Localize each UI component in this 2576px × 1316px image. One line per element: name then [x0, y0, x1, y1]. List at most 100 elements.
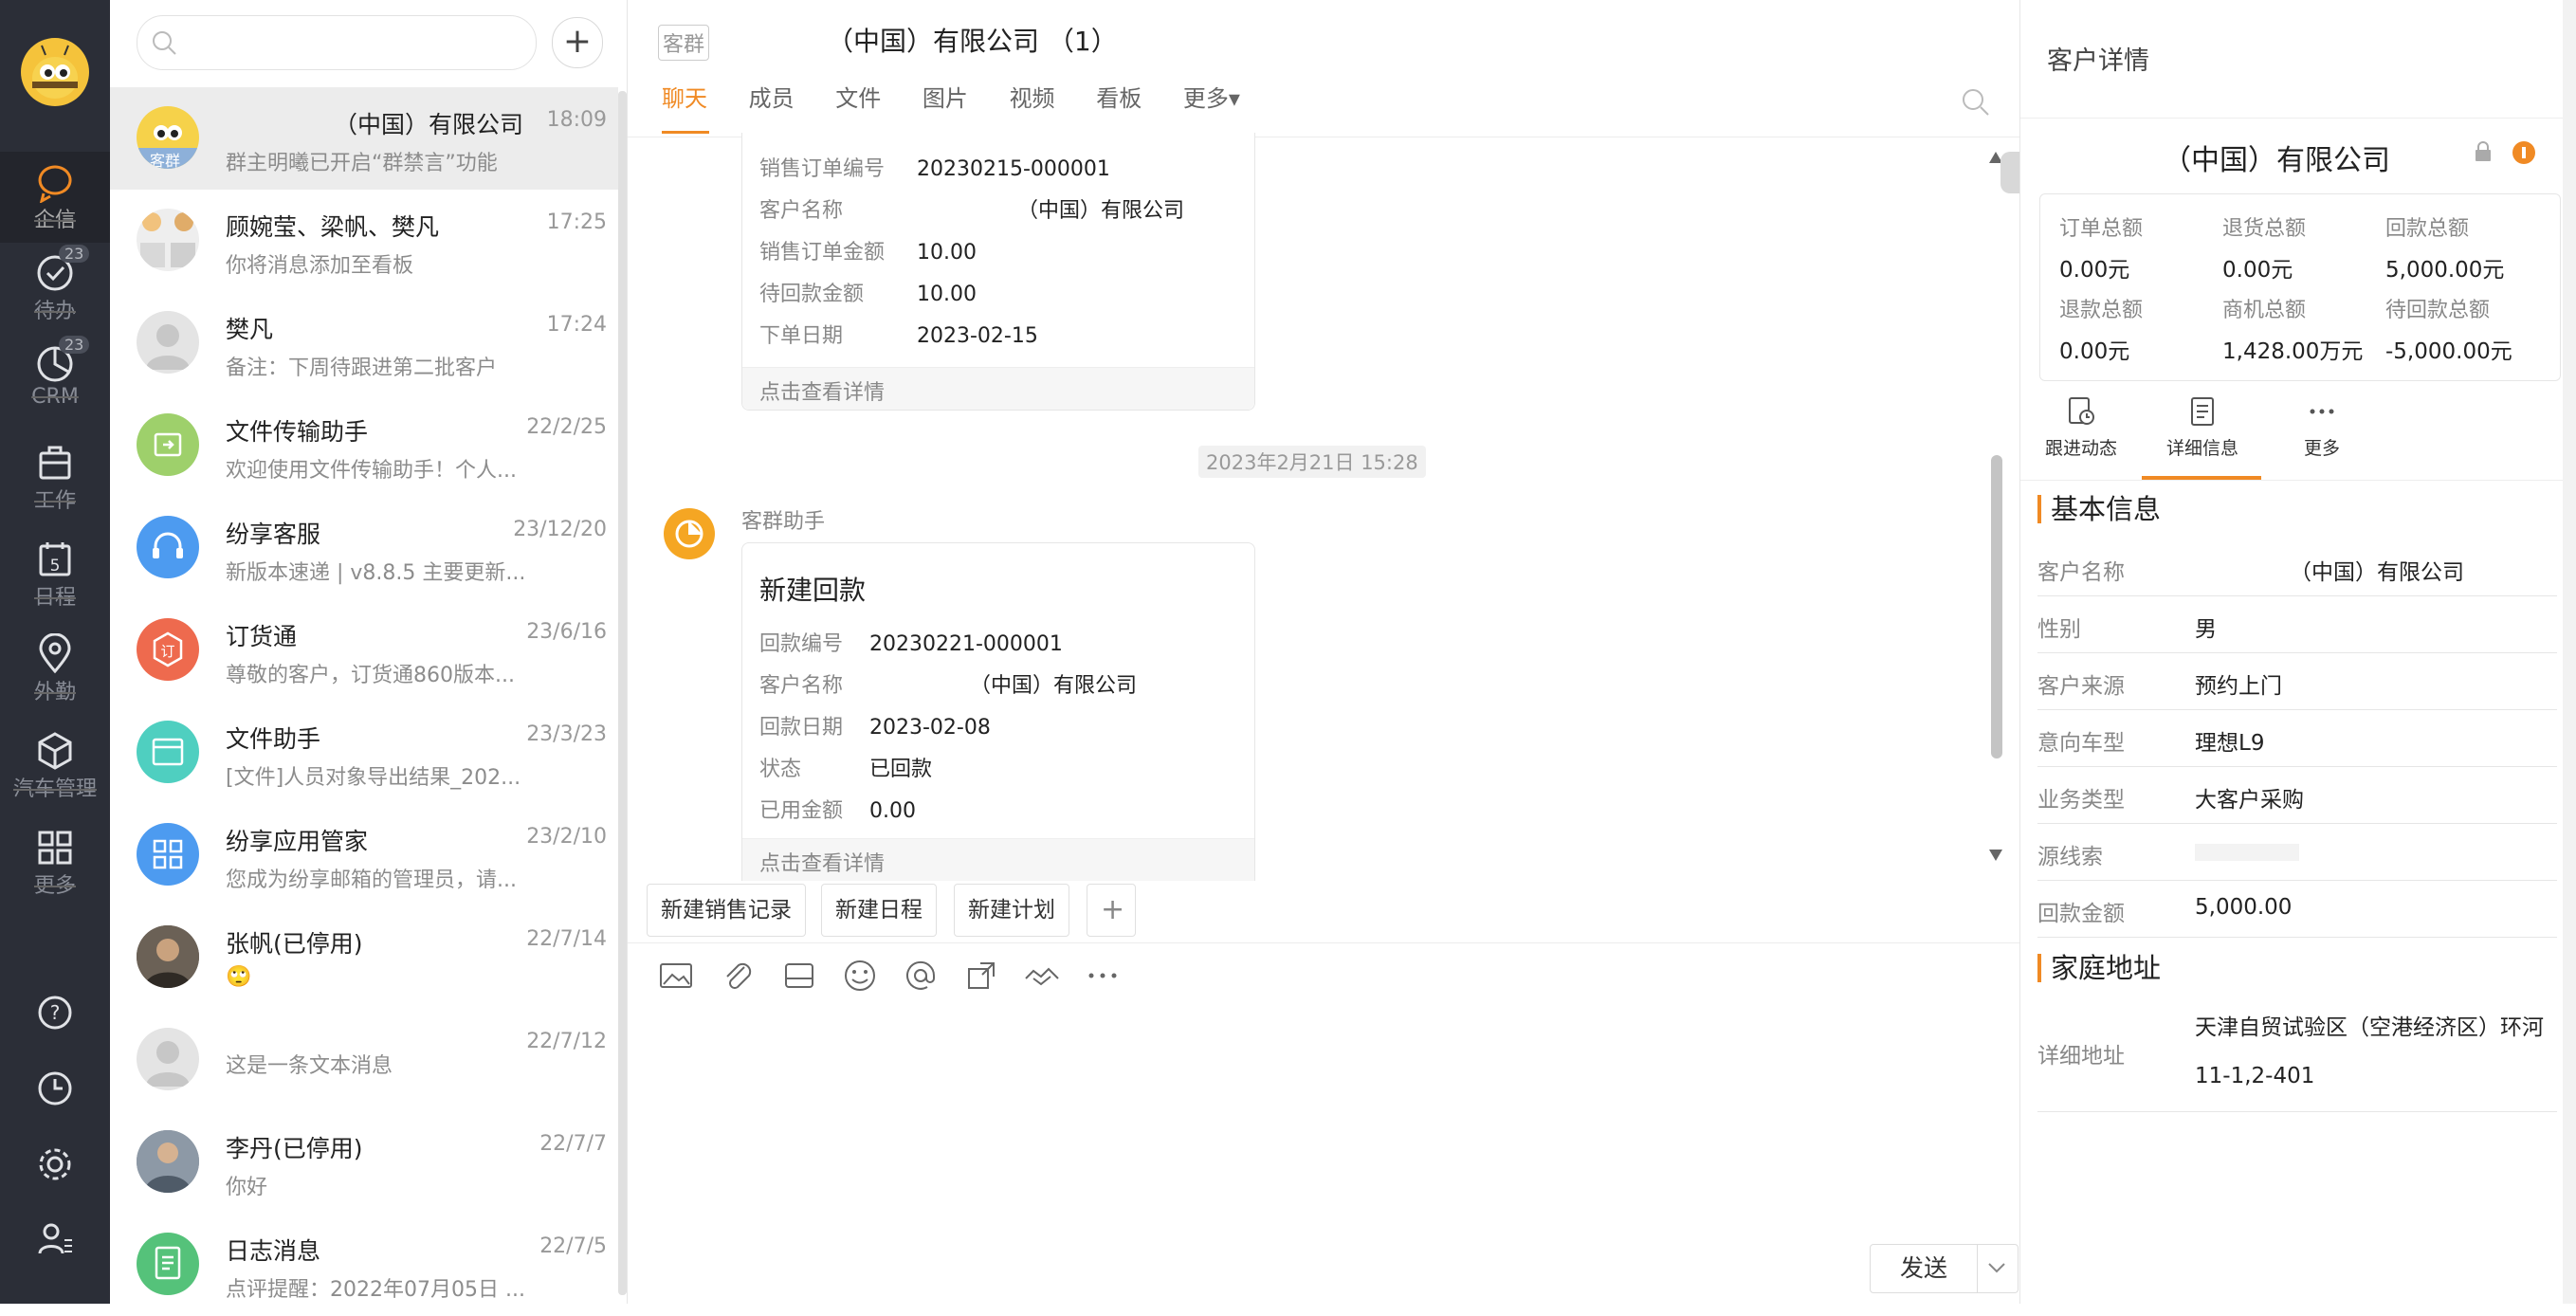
card-key: 客户名称: [759, 199, 844, 223]
conversation-item[interactable]: 李丹(已停用) 22/7/7 你好: [110, 1111, 618, 1214]
tab-more[interactable]: 更多▾: [1183, 85, 1240, 112]
send-button[interactable]: 发送: [1870, 1244, 1978, 1293]
screenshot-icon[interactable]: [961, 956, 1001, 996]
conversation-item[interactable]: 樊凡 17:24 备注：下周待跟进第二批客户: [110, 292, 618, 394]
field-value: （中国）有限公司: [2290, 560, 2464, 585]
mention-icon[interactable]: [901, 956, 941, 996]
tab-more[interactable]: 更多: [2265, 394, 2379, 460]
add-quick-action-button[interactable]: +: [1087, 884, 1136, 937]
field-value[interactable]: [2195, 844, 2299, 861]
conversation-item[interactable]: 纷享应用管家 23/2/10 您成为纷享邮箱的管理员，请...: [110, 804, 618, 906]
send-options-button[interactable]: [1976, 1244, 2019, 1293]
detail-row: 详细地址 天津自贸试验区（空港经济区）环河 11-1,2-401: [2037, 997, 2557, 1112]
crm-badge: 23: [59, 336, 90, 354]
rail-label: CRM: [31, 385, 79, 409]
emoji-icon[interactable]: [840, 956, 880, 996]
section-home-address: 家庭地址: [2037, 954, 2161, 982]
card-value: 10.00: [917, 241, 977, 265]
rail-item-more[interactable]: 更多: [0, 817, 110, 908]
tab-divider: [2020, 480, 2563, 481]
view-details-link[interactable]: 点击查看详情: [742, 367, 1254, 410]
conversation-item[interactable]: 纷享客服 23/12/20 新版本速递 | v8.8.5 主要更新...: [110, 497, 618, 599]
svg-text:?: ?: [50, 1001, 61, 1024]
tab-videos[interactable]: 视频: [1010, 85, 1055, 112]
card-value: （中国）有限公司: [1017, 199, 1185, 223]
tab-files[interactable]: 文件: [835, 85, 881, 112]
conversation-time: 22/7/14: [526, 927, 607, 951]
rail-item-car[interactable]: 汽车管理: [0, 721, 110, 812]
settings-gear-icon[interactable]: [36, 1145, 74, 1183]
tab-chat[interactable]: 聊天: [662, 85, 707, 112]
image-icon[interactable]: [656, 956, 696, 996]
new-schedule-button[interactable]: 新建日程: [821, 884, 937, 937]
field-label: 客户来源: [2037, 674, 2125, 699]
new-chat-button[interactable]: +: [552, 17, 603, 68]
active-tab-indicator: [662, 131, 709, 134]
conversation-item[interactable]: 日志消息 22/7/5 点评提醒：2022年07月05日 ...: [110, 1214, 618, 1316]
stat-item: 退款总额 0.00元: [2059, 293, 2220, 365]
conversation-time: 23/6/16: [526, 620, 607, 644]
chat-search-icon[interactable]: [1961, 87, 1991, 118]
help-icon[interactable]: ?: [36, 994, 74, 1032]
tab-members[interactable]: 成员: [749, 85, 795, 112]
conversation-item[interactable]: 订 订货通 23/6/16 尊敬的客户，订货通860版本...: [110, 599, 618, 702]
conversation-time: 22/7/5: [539, 1234, 607, 1258]
conversation-preview: 你将消息添加至看板: [226, 254, 414, 278]
tab-follow-up[interactable]: 跟进动态: [2024, 394, 2138, 460]
message-scroll-thumb[interactable]: [1991, 455, 2002, 759]
sales-order-card[interactable]: 销售订单编号 20230215-000001 客户名称 （中国）有限公司 销售订单金…: [741, 133, 1255, 411]
tab-images[interactable]: 图片: [923, 85, 968, 112]
conversation-preview: 新版本速递 | v8.8.5 主要更新...: [226, 561, 526, 585]
conversation-item[interactable]: 张帆(已停用) 22/7/14 🙄: [110, 906, 618, 1009]
new-plan-button[interactable]: 新建计划: [954, 884, 1069, 937]
conversation-item[interactable]: 文件助手 23/3/23 [文件]人员对象导出结果_202...: [110, 702, 618, 804]
conversation-item[interactable]: 顾婉莹、梁帆、樊凡 17:25 你将消息添加至看板: [110, 190, 618, 292]
new-sales-record-button[interactable]: 新建销售记录: [647, 884, 806, 937]
handshake-icon[interactable]: [1022, 956, 1062, 996]
rail-item-messages[interactable]: 企信: [0, 152, 110, 243]
card-value: 2023-02-15: [917, 324, 1038, 348]
rail-item-work[interactable]: 工作: [0, 432, 110, 523]
message-input[interactable]: [647, 1005, 1993, 1233]
view-details-link[interactable]: 点击查看详情: [742, 838, 1254, 881]
stat-item: 商机总额 1,428.00万元: [2222, 293, 2384, 365]
rail-item-calendar[interactable]: 5 日程: [0, 529, 110, 620]
payment-card[interactable]: 新建回款 回款编号 20230221-000001 客户名称 （中国）有限公司 回款…: [741, 542, 1255, 881]
drive-icon[interactable]: [779, 956, 819, 996]
more-dots-icon[interactable]: [1083, 956, 1123, 996]
tab-details[interactable]: 详细信息: [2146, 394, 2259, 460]
message-scroll-track[interactable]: [1987, 142, 2004, 872]
message-timestamp: 2023年2月21日 15:28: [1198, 446, 1426, 478]
app-logo[interactable]: [21, 38, 89, 106]
search-input[interactable]: [137, 15, 537, 70]
rail-item-crm[interactable]: 23 CRM: [0, 334, 110, 425]
field-value: 预约上门: [2195, 674, 2282, 699]
conversation-item[interactable]: 客群 （中国）有限公司 18:09 群主明曦已开启“群禁言”功能: [110, 87, 618, 190]
address-line: 天津自贸试验区（空港经济区）环河: [2195, 1015, 2544, 1040]
tab-board[interactable]: 看板: [1096, 85, 1142, 112]
clock-icon[interactable]: [36, 1069, 74, 1107]
user-settings-icon[interactable]: [36, 1219, 74, 1257]
conversation-time: 23/3/23: [526, 722, 607, 746]
collapse-panel-handle[interactable]: [2001, 152, 2019, 193]
stat-label: 商机总额: [2222, 299, 2307, 322]
rail-item-field[interactable]: 外勤: [0, 624, 110, 715]
stat-label: 退货总额: [2222, 217, 2307, 241]
stat-value: 1,428.00万元: [2222, 339, 2364, 364]
card-row: 状态 已回款: [759, 752, 932, 782]
field-label: 性别: [2037, 617, 2081, 642]
detail-scrollbar[interactable]: [2563, 0, 2576, 1304]
person-photo-icon: [137, 1130, 199, 1193]
conversation-list-scrollbar[interactable]: [618, 91, 627, 1295]
conversation-item[interactable]: 文件传输助手 22/2/25 欢迎使用文件传输助手！个人...: [110, 394, 618, 497]
conversation-name: 纷享应用管家: [226, 828, 369, 855]
field-label: 回款金额: [2037, 902, 2125, 926]
conversation-item[interactable]: 22/7/12 这是一条文本消息: [110, 1009, 618, 1111]
card-key: 销售订单编号: [759, 157, 886, 181]
attachment-icon[interactable]: [718, 956, 758, 996]
panel-title: 客户详情: [2047, 46, 2149, 76]
scroll-down-icon[interactable]: [1989, 850, 2002, 861]
rail-item-todo[interactable]: 23 待办: [0, 243, 110, 334]
section-basic-info: 基本信息: [2037, 495, 2161, 523]
card-row: 客户名称 （中国）有限公司: [759, 193, 1184, 224]
